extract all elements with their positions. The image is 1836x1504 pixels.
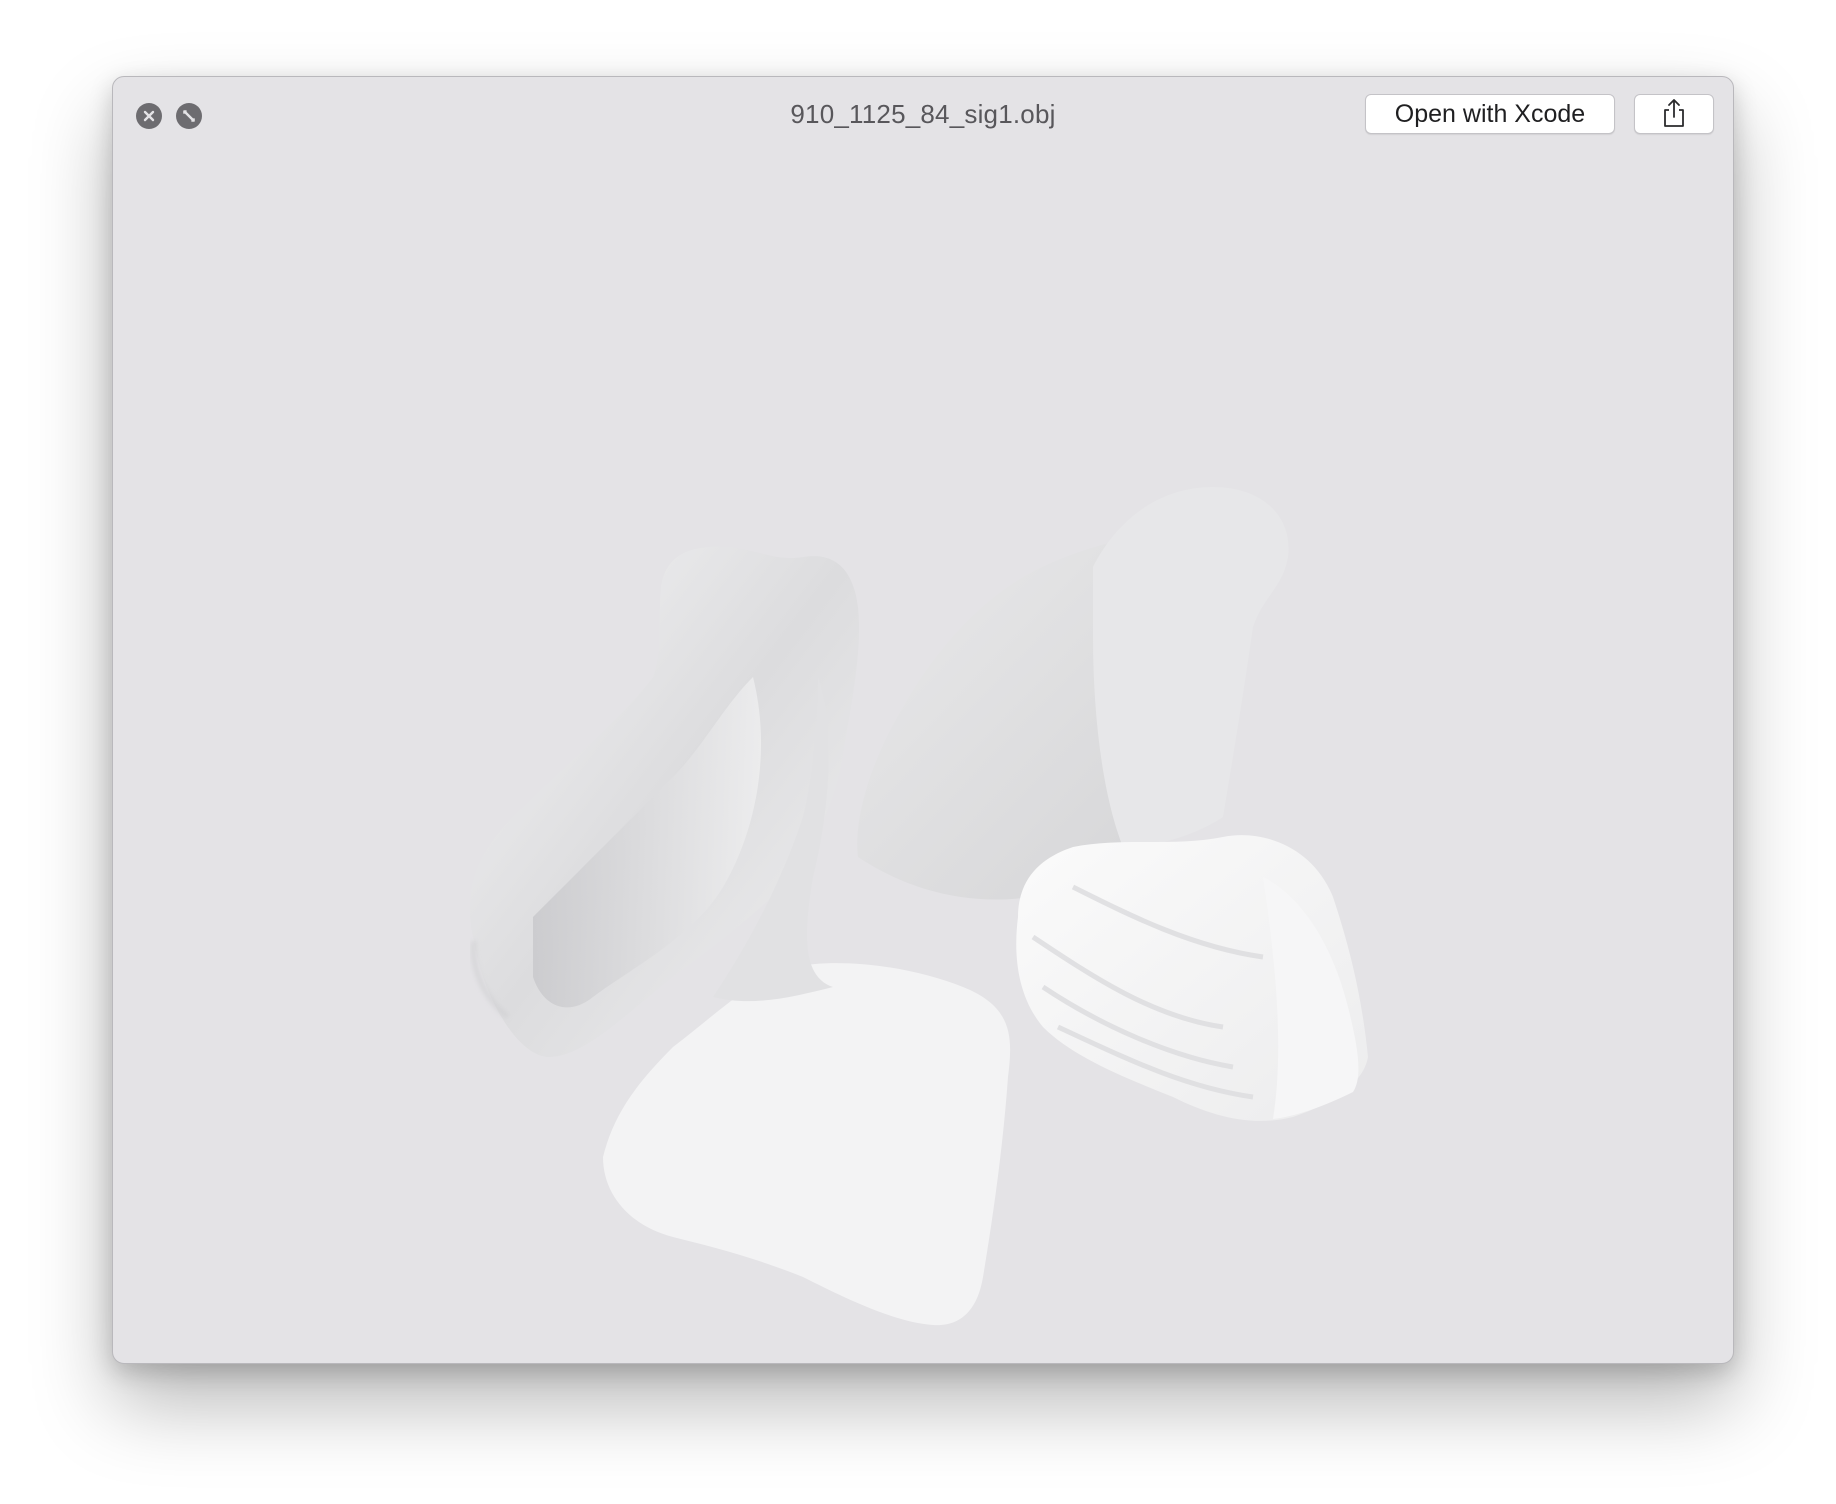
open-with-xcode-button[interactable]: Open with Xcode — [1365, 94, 1615, 134]
title-bar[interactable]: 910_1125_84_sig1.obj Open with Xcode — [113, 77, 1733, 157]
desktop-stage: 910_1125_84_sig1.obj Open with Xcode — [0, 0, 1836, 1504]
share-button[interactable] — [1634, 94, 1714, 134]
left-fragment — [469, 546, 1011, 1326]
quicklook-window: 910_1125_84_sig1.obj Open with Xcode — [112, 76, 1734, 1364]
3d-model-viewport[interactable] — [113, 157, 1733, 1363]
share-icon — [1661, 98, 1687, 131]
3d-model-render — [469, 487, 1368, 1326]
